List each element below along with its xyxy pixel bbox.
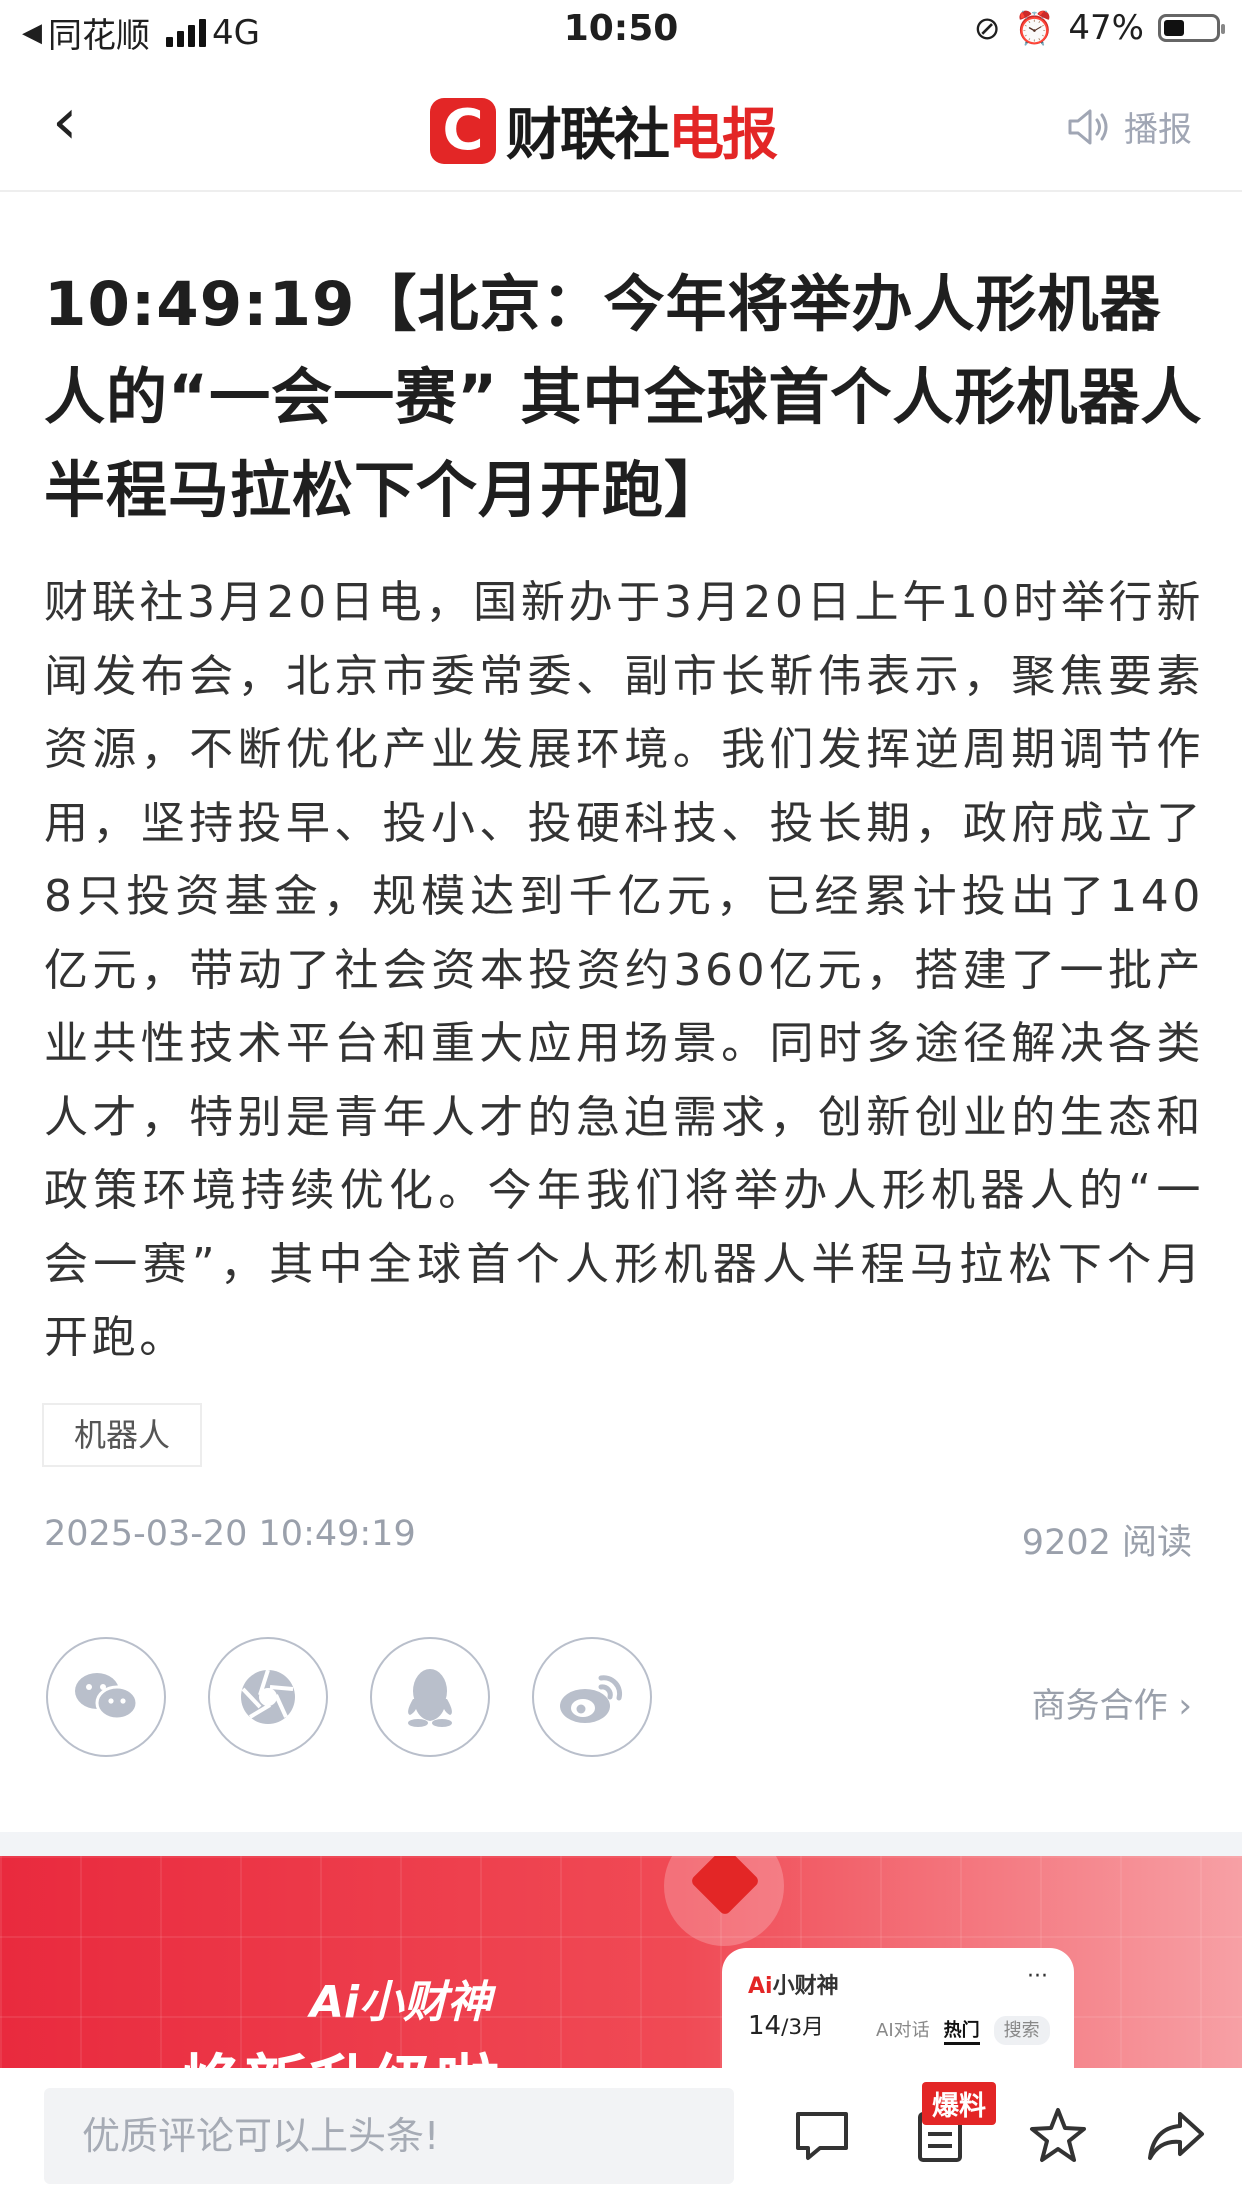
phone-tabs: AI对话 热门 搜索 xyxy=(876,2016,1050,2045)
share-row xyxy=(46,1637,652,1757)
logo-text: 财联社 xyxy=(506,103,670,168)
banner-headline: 焕新升级啦 xyxy=(180,2034,500,2068)
broadcast-label: 播报 xyxy=(1124,110,1192,150)
logo-mark: C xyxy=(430,97,496,164)
share-qq-button[interactable] xyxy=(370,1637,490,1757)
share-wechat-button[interactable] xyxy=(46,1637,166,1757)
weibo-icon xyxy=(560,1675,623,1723)
back-icon[interactable]: ‹ xyxy=(52,90,78,154)
battery-icon xyxy=(1158,14,1225,42)
phone-tab-ai: AI对话 xyxy=(876,2020,930,2041)
read-count: 9202 阅读 xyxy=(1021,1523,1192,1563)
article-body: 财联社3月20日电，国新办于3月20日上午10时举行新闻发布会，北京市委常委、副… xyxy=(44,577,1204,1363)
broadcast-button[interactable]: 播报 xyxy=(1066,102,1192,151)
bottom-bar: 优质评论可以上头条! 爆料 xyxy=(0,2068,1242,2208)
phone-tab-hot: 热门 xyxy=(943,2016,980,2045)
logo: C 财联社 电报 xyxy=(430,90,778,171)
status-bar: ◀ 同花顺 4G 10:50 ⊘ ⏰ 47% xyxy=(0,0,1242,62)
comment-icon[interactable] xyxy=(790,2104,854,2168)
moments-icon xyxy=(241,1669,295,1724)
comment-input[interactable]: 优质评论可以上头条! xyxy=(44,2088,734,2184)
logo-text-red: 电报 xyxy=(668,103,778,168)
topic-tag[interactable]: 机器人 xyxy=(42,1403,202,1467)
share-weibo-button[interactable] xyxy=(532,1637,652,1757)
promo-banner[interactable]: Ai小财神 焕新升级啦 Ai小财神 ··· 14/3月 AI对话 热门 搜索 xyxy=(0,1856,1242,2068)
share-moments-button[interactable] xyxy=(208,1637,328,1757)
wechat-icon xyxy=(75,1673,139,1721)
phone-search: 搜索 xyxy=(993,2016,1050,2045)
phone-menu-icon: ··· xyxy=(1027,1964,1048,1989)
business-cooperation-link[interactable]: 商务合作 › xyxy=(1032,1678,1192,1727)
section-divider xyxy=(0,1832,1242,1856)
favorite-star-icon[interactable] xyxy=(1026,2104,1090,2168)
nav-bar: ‹ C 财联社 电报 播报 xyxy=(0,62,1242,192)
banner-phone-mockup: Ai小财神 ··· 14/3月 AI对话 热门 搜索 xyxy=(722,1948,1074,2068)
status-right: ⊘ ⏰ 47% xyxy=(973,8,1225,48)
speaker-icon xyxy=(1068,109,1108,144)
battery-percent: 47% xyxy=(1068,8,1144,48)
bottom-actions xyxy=(790,2104,1208,2168)
article-headline: 10:49:19【北京：今年将举办人形机器人的“一会一赛” 其中全球首个人形机器… xyxy=(44,269,1203,526)
rotation-lock-icon: ⊘ xyxy=(973,9,1001,47)
alarm-icon: ⏰ xyxy=(1014,9,1055,47)
qq-icon xyxy=(408,1669,452,1727)
phone-app-title: Ai小财神 xyxy=(748,1974,839,1999)
publish-datetime: 2025-03-20 10:49:19 xyxy=(44,1514,416,1554)
banner-brand: Ai小财神 xyxy=(310,1977,492,2028)
burst-news-badge[interactable]: 爆料 xyxy=(922,2082,996,2125)
share-arrow-icon[interactable] xyxy=(1144,2104,1208,2168)
phone-date: 14/3月 xyxy=(748,2011,824,2041)
